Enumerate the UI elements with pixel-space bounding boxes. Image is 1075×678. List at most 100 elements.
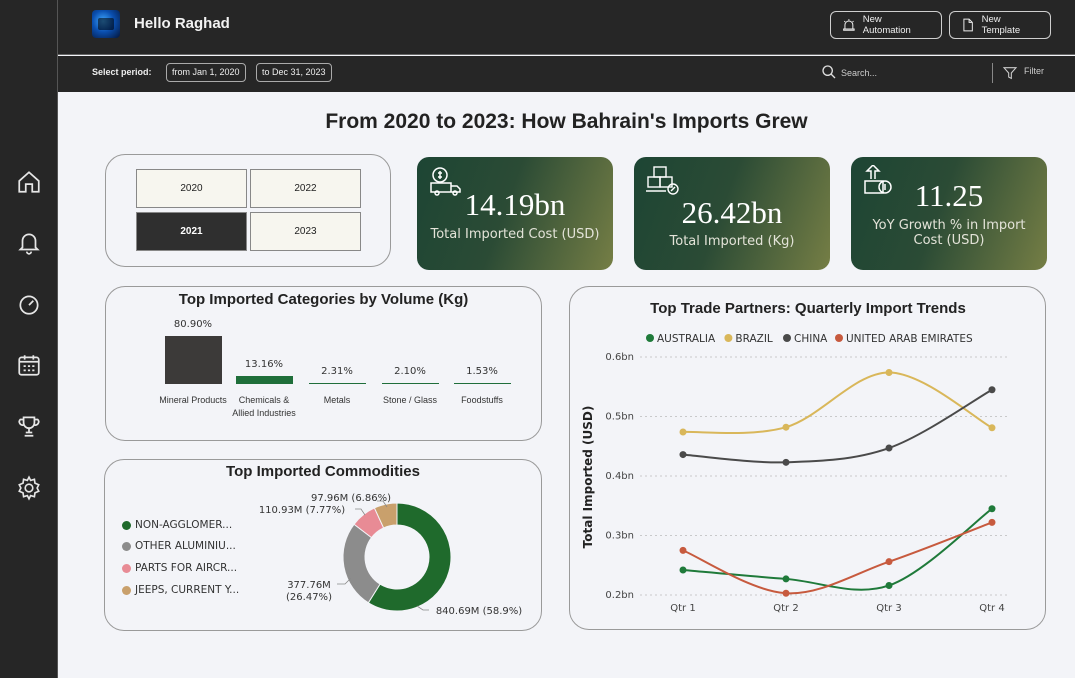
data-point[interactable] [988, 424, 996, 432]
calendar-icon[interactable] [16, 352, 42, 378]
category-name-label: Stone / Glass [382, 395, 438, 405]
year-button-2023[interactable]: 2023 [250, 212, 361, 251]
legend-label: UNITED ARAB EMIRATES [846, 333, 973, 345]
trade-partners-card: Top Trade Partners: Quarterly Import Tre… [569, 286, 1046, 630]
data-point[interactable] [782, 575, 790, 583]
search-input[interactable] [841, 65, 961, 81]
category-name-label: Mineral Products [159, 395, 227, 405]
categories-card: Top Imported Categories by Volume (Kg) 8… [105, 286, 542, 441]
new-template-label: New Template [981, 14, 1021, 36]
data-point[interactable] [679, 546, 687, 554]
legend-label: CHINA [794, 333, 828, 345]
data-point[interactable] [679, 428, 687, 436]
bell-icon[interactable] [16, 230, 42, 256]
trophy-icon[interactable] [16, 413, 42, 439]
filter-icon[interactable] [1002, 65, 1018, 81]
y-axis-label: Total Imported (USD) [581, 406, 595, 549]
kpi-card-imported-kg: 26.42bn Total Imported (Kg) [634, 157, 830, 270]
categories-title: Top Imported Categories by Volume (Kg) [178, 291, 469, 308]
x-tick-label: Qtr 2 [773, 603, 798, 614]
date-from-chip[interactable]: from Jan 1, 2020 [166, 63, 246, 82]
category-bar[interactable] [308, 382, 366, 384]
category-name-label: Metals [323, 395, 351, 405]
legend-dot [646, 334, 654, 342]
search-icon [822, 65, 836, 79]
alarm-icon [843, 19, 855, 31]
y-tick-label: 0.5bn [605, 412, 634, 423]
divider [992, 63, 993, 83]
x-tick-label: Qtr 4 [979, 603, 1004, 614]
chart-title: Top Trade Partners: Quarterly Import Tre… [650, 300, 966, 317]
page-title: From 2020 to 2023: How Bahrain's Imports… [325, 110, 808, 133]
y-tick-label: 0.6bn [605, 352, 634, 363]
series-line [682, 371, 993, 435]
legend-dot [724, 334, 733, 342]
data-point[interactable] [988, 505, 996, 513]
new-automation-button[interactable]: New Automation [830, 11, 942, 39]
category-value-label: 1.53% [466, 365, 498, 377]
filter-bar: Select period: from Jan 1, 2020 to Dec 3… [58, 56, 1075, 92]
category-bar[interactable] [164, 336, 222, 384]
year-button-2020[interactable]: 2020 [136, 169, 247, 208]
legend-dot [783, 334, 791, 342]
commodities-card: Top Imported Commodities NON-AGGLOMER...… [104, 459, 542, 631]
data-point[interactable] [988, 518, 996, 526]
category-name-label: Chemicals & Allied Industries [232, 395, 296, 418]
x-tick-label: Qtr 1 [670, 603, 695, 614]
category-name-label: Foodstuffs [461, 395, 503, 405]
category-bar[interactable] [453, 382, 511, 384]
series-line [682, 521, 993, 595]
data-point[interactable] [885, 581, 893, 589]
donut-label-jeeps: 97.96M (6.86%) [310, 493, 391, 504]
filter-label[interactable]: Filter [1024, 66, 1044, 76]
data-point[interactable] [782, 589, 790, 597]
y-tick-label: 0.3bn [605, 531, 634, 542]
kpi-value: 11.25 [914, 178, 984, 213]
trade-partners-line-chart: Top Trade Partners: Quarterly Import Tre… [581, 300, 1010, 614]
kpi-label: YoY Growth % in Import Cost (USD) [872, 218, 1026, 248]
category-value-label: 80.90% [173, 319, 213, 330]
y-tick-label: 0.4bn [605, 471, 634, 482]
legend-label: BRAZIL [735, 333, 773, 345]
greeting: Hello Raghad [134, 15, 230, 32]
donut-label-parts: 110.93M (7.77%) [258, 505, 346, 516]
sidebar [0, 0, 58, 678]
year-selector-card: 2020 2022 2021 2023 [105, 154, 391, 267]
year-button-2021[interactable]: 2021 [136, 212, 247, 251]
home-icon[interactable] [16, 169, 42, 195]
data-point[interactable] [679, 566, 687, 574]
data-point[interactable] [679, 451, 687, 459]
kpi-card-imported-cost: 14.19bn Total Imported Cost (USD) [417, 157, 613, 270]
document-icon [963, 18, 973, 32]
data-point[interactable] [885, 558, 893, 566]
date-to-chip[interactable]: to Dec 31, 2023 [256, 63, 332, 82]
year-button-2022[interactable]: 2022 [250, 169, 361, 208]
data-point[interactable] [782, 423, 790, 431]
gauge-icon[interactable] [16, 291, 42, 317]
data-point[interactable] [782, 458, 790, 466]
donut-label-aluminium-pct: (26.47%) [286, 592, 332, 603]
donut-slice[interactable] [342, 523, 381, 604]
data-point[interactable] [988, 386, 996, 394]
category-bar[interactable] [381, 382, 439, 384]
kpi-value: 26.42bn [681, 195, 783, 230]
new-template-button[interactable]: New Template [949, 11, 1051, 39]
data-point[interactable] [885, 368, 893, 376]
boxes-icon [646, 166, 679, 195]
data-point[interactable] [885, 444, 893, 452]
period-label: Select period: [92, 67, 152, 77]
x-tick-label: Qtr 3 [876, 603, 901, 614]
donut-label-aluminium-value: 377.76M [287, 580, 331, 591]
series-line [682, 507, 993, 591]
y-tick-label: 0.2bn [605, 590, 634, 601]
kpi-label: Total Imported (Kg) [669, 234, 795, 249]
kpi-label: Total Imported Cost (USD) [430, 227, 600, 242]
donut-label-nonagglomerated: 840.69M (58.9%) [435, 606, 523, 617]
legend-label: AUSTRALIA [657, 333, 716, 345]
category-value-label: 2.31% [321, 365, 353, 377]
category-bar[interactable] [235, 376, 293, 384]
new-automation-label: New Automation [862, 14, 911, 36]
settings-icon[interactable] [16, 475, 42, 501]
series-line [682, 388, 993, 464]
category-value-label: 13.16% [244, 359, 284, 371]
